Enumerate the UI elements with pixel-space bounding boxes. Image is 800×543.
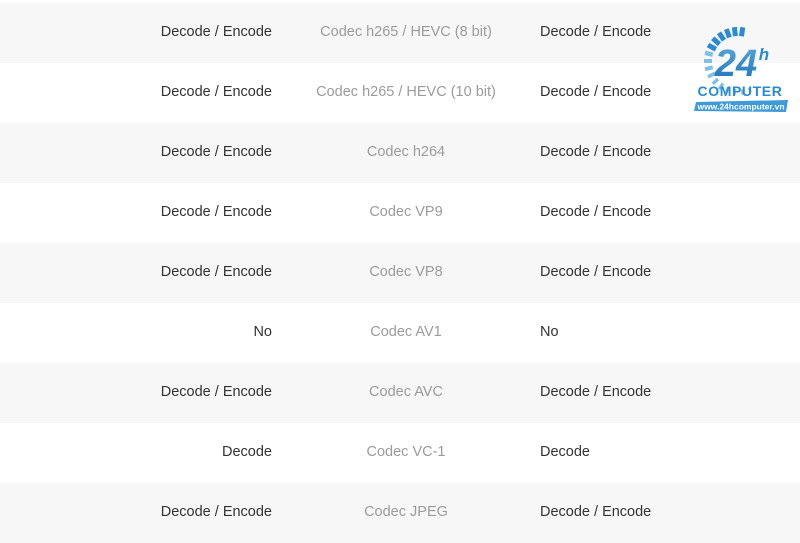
right-support-cell: Decode / Encode bbox=[540, 3, 800, 63]
left-support-cell: Decode / Encode bbox=[0, 363, 272, 423]
codec-name-cell: Codec VP8 bbox=[272, 243, 540, 303]
left-support-cell: Decode / Encode bbox=[0, 63, 272, 123]
codec-name-cell: Codec VP9 bbox=[272, 183, 540, 243]
right-support-cell: Decode / Encode bbox=[540, 123, 800, 183]
left-support-cell: Decode / Encode bbox=[0, 3, 272, 63]
right-support-cell: Decode / Encode bbox=[540, 483, 800, 543]
table-row: Decode / Encode Codec JPEG Decode / Enco… bbox=[0, 483, 800, 543]
table-row: Decode / Encode Codec VP8 Decode / Encod… bbox=[0, 243, 800, 303]
table-row: Decode / Encode Codec AVC Decode / Encod… bbox=[0, 363, 800, 423]
codec-table-body: Decode / Encode Codec h265 / HEVC (8 bit… bbox=[0, 3, 800, 543]
codec-support-table: Decode / Encode Codec h265 / HEVC (8 bit… bbox=[0, 3, 800, 543]
table-row: Decode / Encode Codec h265 / HEVC (8 bit… bbox=[0, 3, 800, 63]
codec-name-cell: Codec JPEG bbox=[272, 483, 540, 543]
right-support-cell: Decode bbox=[540, 423, 800, 483]
right-support-cell: Decode / Encode bbox=[540, 63, 800, 123]
codec-name-cell: Codec h265 / HEVC (8 bit) bbox=[272, 3, 540, 63]
table-row: Decode Codec VC-1 Decode bbox=[0, 423, 800, 483]
table-row: Decode / Encode Codec h265 / HEVC (10 bi… bbox=[0, 63, 800, 123]
left-support-cell: Decode / Encode bbox=[0, 483, 272, 543]
codec-name-cell: Codec VC-1 bbox=[272, 423, 540, 483]
codec-name-cell: Codec h265 / HEVC (10 bit) bbox=[272, 63, 540, 123]
right-support-cell: Decode / Encode bbox=[540, 363, 800, 423]
table-row: Decode / Encode Codec VP9 Decode / Encod… bbox=[0, 183, 800, 243]
codec-name-cell: Codec AVC bbox=[272, 363, 540, 423]
codec-support-comparison-page: Decode / Encode Codec h265 / HEVC (8 bit… bbox=[0, 0, 800, 543]
left-support-cell: Decode / Encode bbox=[0, 183, 272, 243]
codec-name-cell: Codec AV1 bbox=[272, 303, 540, 363]
right-support-cell: No bbox=[540, 303, 800, 363]
left-support-cell: Decode / Encode bbox=[0, 123, 272, 183]
left-support-cell: Decode / Encode bbox=[0, 243, 272, 303]
right-support-cell: Decode / Encode bbox=[540, 243, 800, 303]
left-support-cell: Decode bbox=[0, 423, 272, 483]
right-support-cell: Decode / Encode bbox=[540, 183, 800, 243]
left-support-cell: No bbox=[0, 303, 272, 363]
table-row: Decode / Encode Codec h264 Decode / Enco… bbox=[0, 123, 800, 183]
table-row: No Codec AV1 No bbox=[0, 303, 800, 363]
codec-name-cell: Codec h264 bbox=[272, 123, 540, 183]
